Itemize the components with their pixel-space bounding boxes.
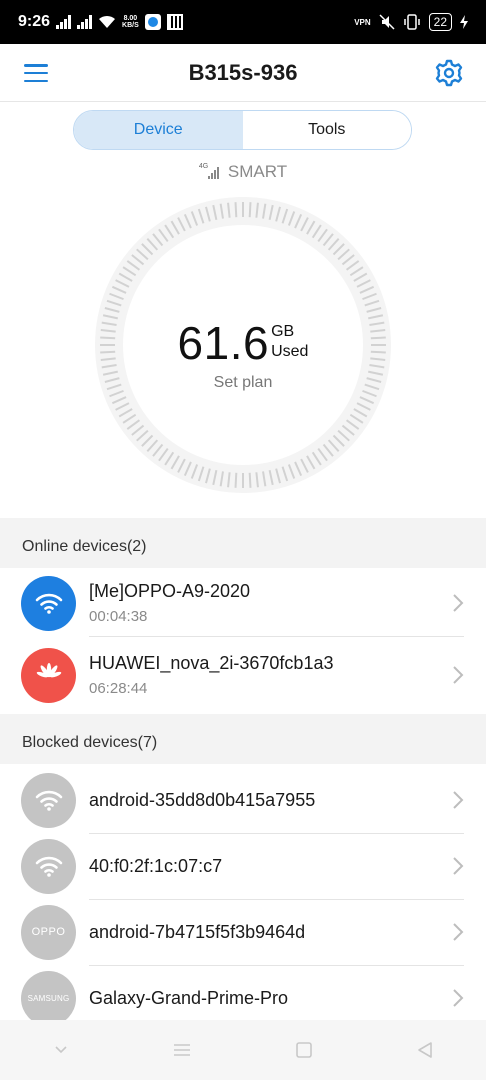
chevron-right-icon	[453, 594, 464, 612]
status-bar: 9:26 8.00 KB/S VPN 22	[0, 0, 486, 44]
network-generation: 4G	[198, 163, 209, 170]
set-plan-link[interactable]: Set plan	[0, 374, 486, 392]
device-name: 40:f0:2f:1c:07:c7	[89, 855, 223, 876]
gauge-tick	[248, 202, 252, 218]
device-time: 06:28:44	[89, 680, 148, 697]
samsung-logo-icon: SAMSUNG	[21, 970, 76, 1026]
gauge-tick	[248, 472, 252, 488]
oppo-brand-text: OPPO	[31, 926, 66, 938]
chevron-down-icon[interactable]	[41, 1030, 81, 1070]
wifi-icon	[21, 575, 76, 631]
speed-value: 8.00	[123, 15, 138, 22]
chevron-right-icon	[453, 666, 464, 684]
divider	[89, 636, 464, 637]
qr-icon	[166, 14, 183, 30]
hamburger-menu-icon[interactable]	[22, 61, 50, 85]
home-square-icon[interactable]	[284, 1030, 324, 1070]
battery-indicator: 22	[428, 13, 452, 31]
tab-device[interactable]: Device	[74, 111, 243, 149]
charging-icon	[460, 15, 468, 29]
lte-signal-icon: 4G	[198, 163, 222, 179]
usage-unit-label: Used	[271, 343, 309, 360]
device-name: HUAWEI_nova_2i-3670fcb1a3	[89, 653, 334, 673]
device-name: android-35dd8d0b415a7955	[89, 789, 316, 810]
wifi-status-icon	[99, 15, 116, 28]
gear-icon[interactable]	[434, 58, 464, 88]
chevron-right-icon	[453, 857, 464, 875]
gauge-tick	[234, 472, 238, 488]
gauge-tick	[234, 202, 238, 218]
device-tools-switch: Device Tools	[73, 110, 412, 150]
device-row[interactable]: 40:f0:2f:1c:07:c7	[0, 833, 486, 899]
wifi-icon	[21, 772, 76, 828]
device-row[interactable]: android-35dd8d0b415a7955	[0, 767, 486, 833]
tab-tools[interactable]: Tools	[242, 111, 411, 149]
signal-icon-2	[77, 15, 93, 29]
operator-name: SMART	[227, 162, 288, 181]
back-triangle-icon[interactable]	[405, 1030, 445, 1070]
device-time: 00:04:38	[89, 608, 148, 625]
vpn-indicator: VPN	[354, 17, 371, 27]
usage-unit: GB	[271, 323, 295, 340]
device-name: android-7b4715f5f3b9464d	[89, 921, 306, 942]
samsung-brand-text: SAMSUNG	[27, 993, 70, 1003]
device-name: Galaxy-Grand-Prime-Pro	[89, 987, 289, 1008]
chevron-right-icon	[453, 989, 464, 1007]
chevron-right-icon	[453, 923, 464, 941]
wifi-icon	[21, 838, 76, 894]
oppo-logo-icon: OPPO	[21, 904, 76, 960]
speed-unit: KB/S	[122, 22, 139, 29]
messenger-icon	[144, 14, 161, 30]
device-row[interactable]: [Me]OPPO-A9-2020 00:04:38	[0, 570, 486, 636]
device-row[interactable]: OPPO android-7b4715f5f3b9464d	[0, 899, 486, 965]
network-speed: 8.00 KB/S	[122, 15, 139, 29]
signal-icon	[56, 15, 72, 29]
status-time: 9:26	[18, 13, 51, 30]
system-nav-bar	[0, 1020, 486, 1080]
device-name: [Me]OPPO-A9-2020	[89, 581, 251, 601]
network-status: 4G SMART	[0, 162, 486, 182]
vibrate-icon	[403, 14, 420, 30]
online-devices-header: Online devices(2)	[0, 518, 486, 568]
mute-icon	[379, 14, 395, 30]
blocked-devices-header: Blocked devices(7)	[0, 714, 486, 764]
usage-readout: 61.6 GB Used	[0, 318, 486, 368]
recents-menu-icon[interactable]	[162, 1030, 202, 1070]
usage-value: 61.6	[177, 317, 270, 369]
device-row[interactable]: HUAWEI_nova_2i-3670fcb1a3 06:28:44	[0, 642, 486, 708]
huawei-logo-icon	[21, 647, 76, 703]
page-title: B315s-936	[188, 59, 298, 85]
app-bar: B315s-936	[0, 44, 486, 102]
chevron-right-icon	[453, 791, 464, 809]
